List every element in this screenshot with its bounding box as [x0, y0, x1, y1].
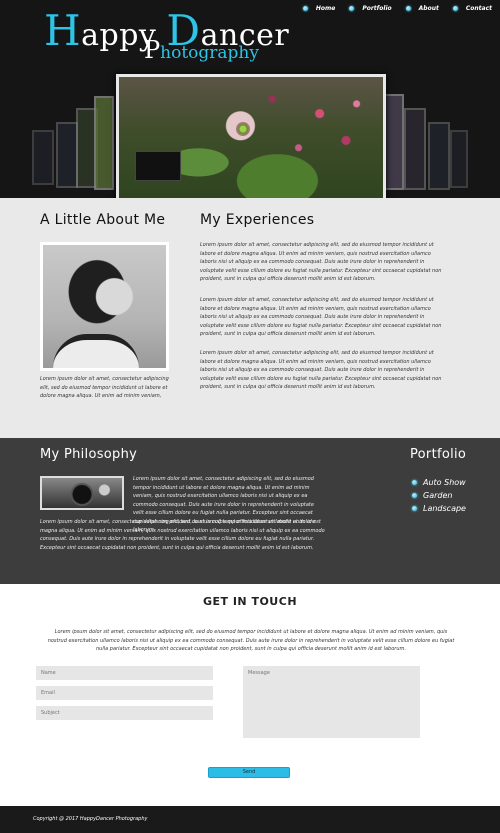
logo-initial-p: P [144, 36, 161, 64]
contact-section: GET IN TOUCH Lorem ipsum dolor sit amet,… [0, 584, 500, 806]
camera-photo [40, 476, 124, 510]
experiences-paragraph-3: Lorem ipsum dolor sit amet, consectetur … [200, 350, 442, 390]
philosophy-text-2: Lorem ipsum dolor sit amet, consectetur … [40, 519, 325, 551]
nav-item-portfolio[interactable]: Portfolio [349, 5, 392, 12]
portfolio-item-landscape[interactable]: Landscape [412, 502, 466, 515]
portfolio-item-label: Auto Show [423, 478, 466, 487]
footer: Copyright @ 2017 HappyDancer Photography [0, 806, 500, 833]
logo-initial-h: H [44, 6, 82, 55]
contact-text: Lorem ipsum dolor sit amet, consectetur … [47, 629, 455, 652]
bullet-icon [452, 6, 458, 11]
carousel-thumbnail[interactable] [32, 130, 54, 185]
plant-sign-image [135, 151, 181, 181]
bullet-icon [412, 480, 417, 485]
about-section: A Little About Me Lorem ipsum dolor sit … [0, 198, 500, 438]
header-hero: Happy Dancer Photography Home Portfolio … [0, 0, 500, 198]
nav-label: Home [315, 5, 336, 12]
portfolio-title: Portfolio [410, 447, 467, 462]
nav-item-about[interactable]: About [405, 5, 439, 12]
send-button[interactable]: Send [208, 767, 290, 778]
nav-label: Portfolio [362, 5, 392, 12]
portfolio-item-garden[interactable]: Garden [412, 489, 466, 502]
about-text: Lorem ipsum dolor sit amet, consectetur … [40, 376, 169, 399]
experiences-title: My Experiences [200, 212, 315, 228]
carousel-thumbnail[interactable] [450, 130, 468, 188]
philosophy-title: My Philosophy [40, 447, 138, 462]
photo-carousel[interactable] [0, 74, 500, 198]
logo-text-hotography: hotography [160, 43, 259, 63]
portrait-figure [53, 334, 139, 368]
bullet-icon [349, 6, 355, 11]
portfolio-item-auto-show[interactable]: Auto Show [412, 476, 466, 489]
contact-title: GET IN TOUCH [202, 595, 298, 608]
about-title: A Little About Me [40, 212, 166, 228]
email-field[interactable] [36, 686, 213, 700]
carousel-thumbnail[interactable] [56, 122, 78, 188]
logo-line-2: Photography [144, 36, 259, 64]
nav-item-home[interactable]: Home [302, 5, 336, 12]
nav-label: Contact [465, 5, 492, 12]
top-nav: Home Portfolio About Contact [302, 5, 492, 12]
portfolio-list: Auto Show Garden Landscape [412, 476, 466, 515]
site-logo[interactable]: Happy Dancer Photography [44, 6, 289, 66]
carousel-thumbnail[interactable] [404, 108, 426, 190]
portfolio-item-label: Landscape [423, 504, 466, 513]
message-field[interactable] [243, 666, 420, 738]
carousel-thumbnail[interactable] [428, 122, 450, 190]
nav-item-contact[interactable]: Contact [452, 5, 492, 12]
flower-image [236, 122, 250, 136]
name-field[interactable] [36, 666, 213, 680]
copyright-text: Copyright @ 2017 HappyDancer Photography [33, 816, 148, 822]
nav-label: About [418, 5, 439, 12]
portfolio-item-label: Garden [423, 491, 453, 500]
subject-field[interactable] [36, 706, 213, 720]
bullet-icon [412, 506, 417, 511]
portrait-photo [40, 242, 169, 371]
bullet-icon [302, 6, 308, 11]
philosophy-section: My Philosophy Lorem ipsum dolor sit amet… [0, 438, 500, 584]
carousel-main-photo[interactable] [116, 74, 386, 198]
experiences-paragraph-2: Lorem ipsum dolor sit amet, consectetur … [200, 297, 442, 337]
bullet-icon [405, 6, 411, 11]
bullet-icon [412, 493, 417, 498]
carousel-thumbnail[interactable] [94, 96, 114, 190]
experiences-paragraph-1: Lorem ipsum dolor sit amet, consectetur … [200, 242, 442, 282]
